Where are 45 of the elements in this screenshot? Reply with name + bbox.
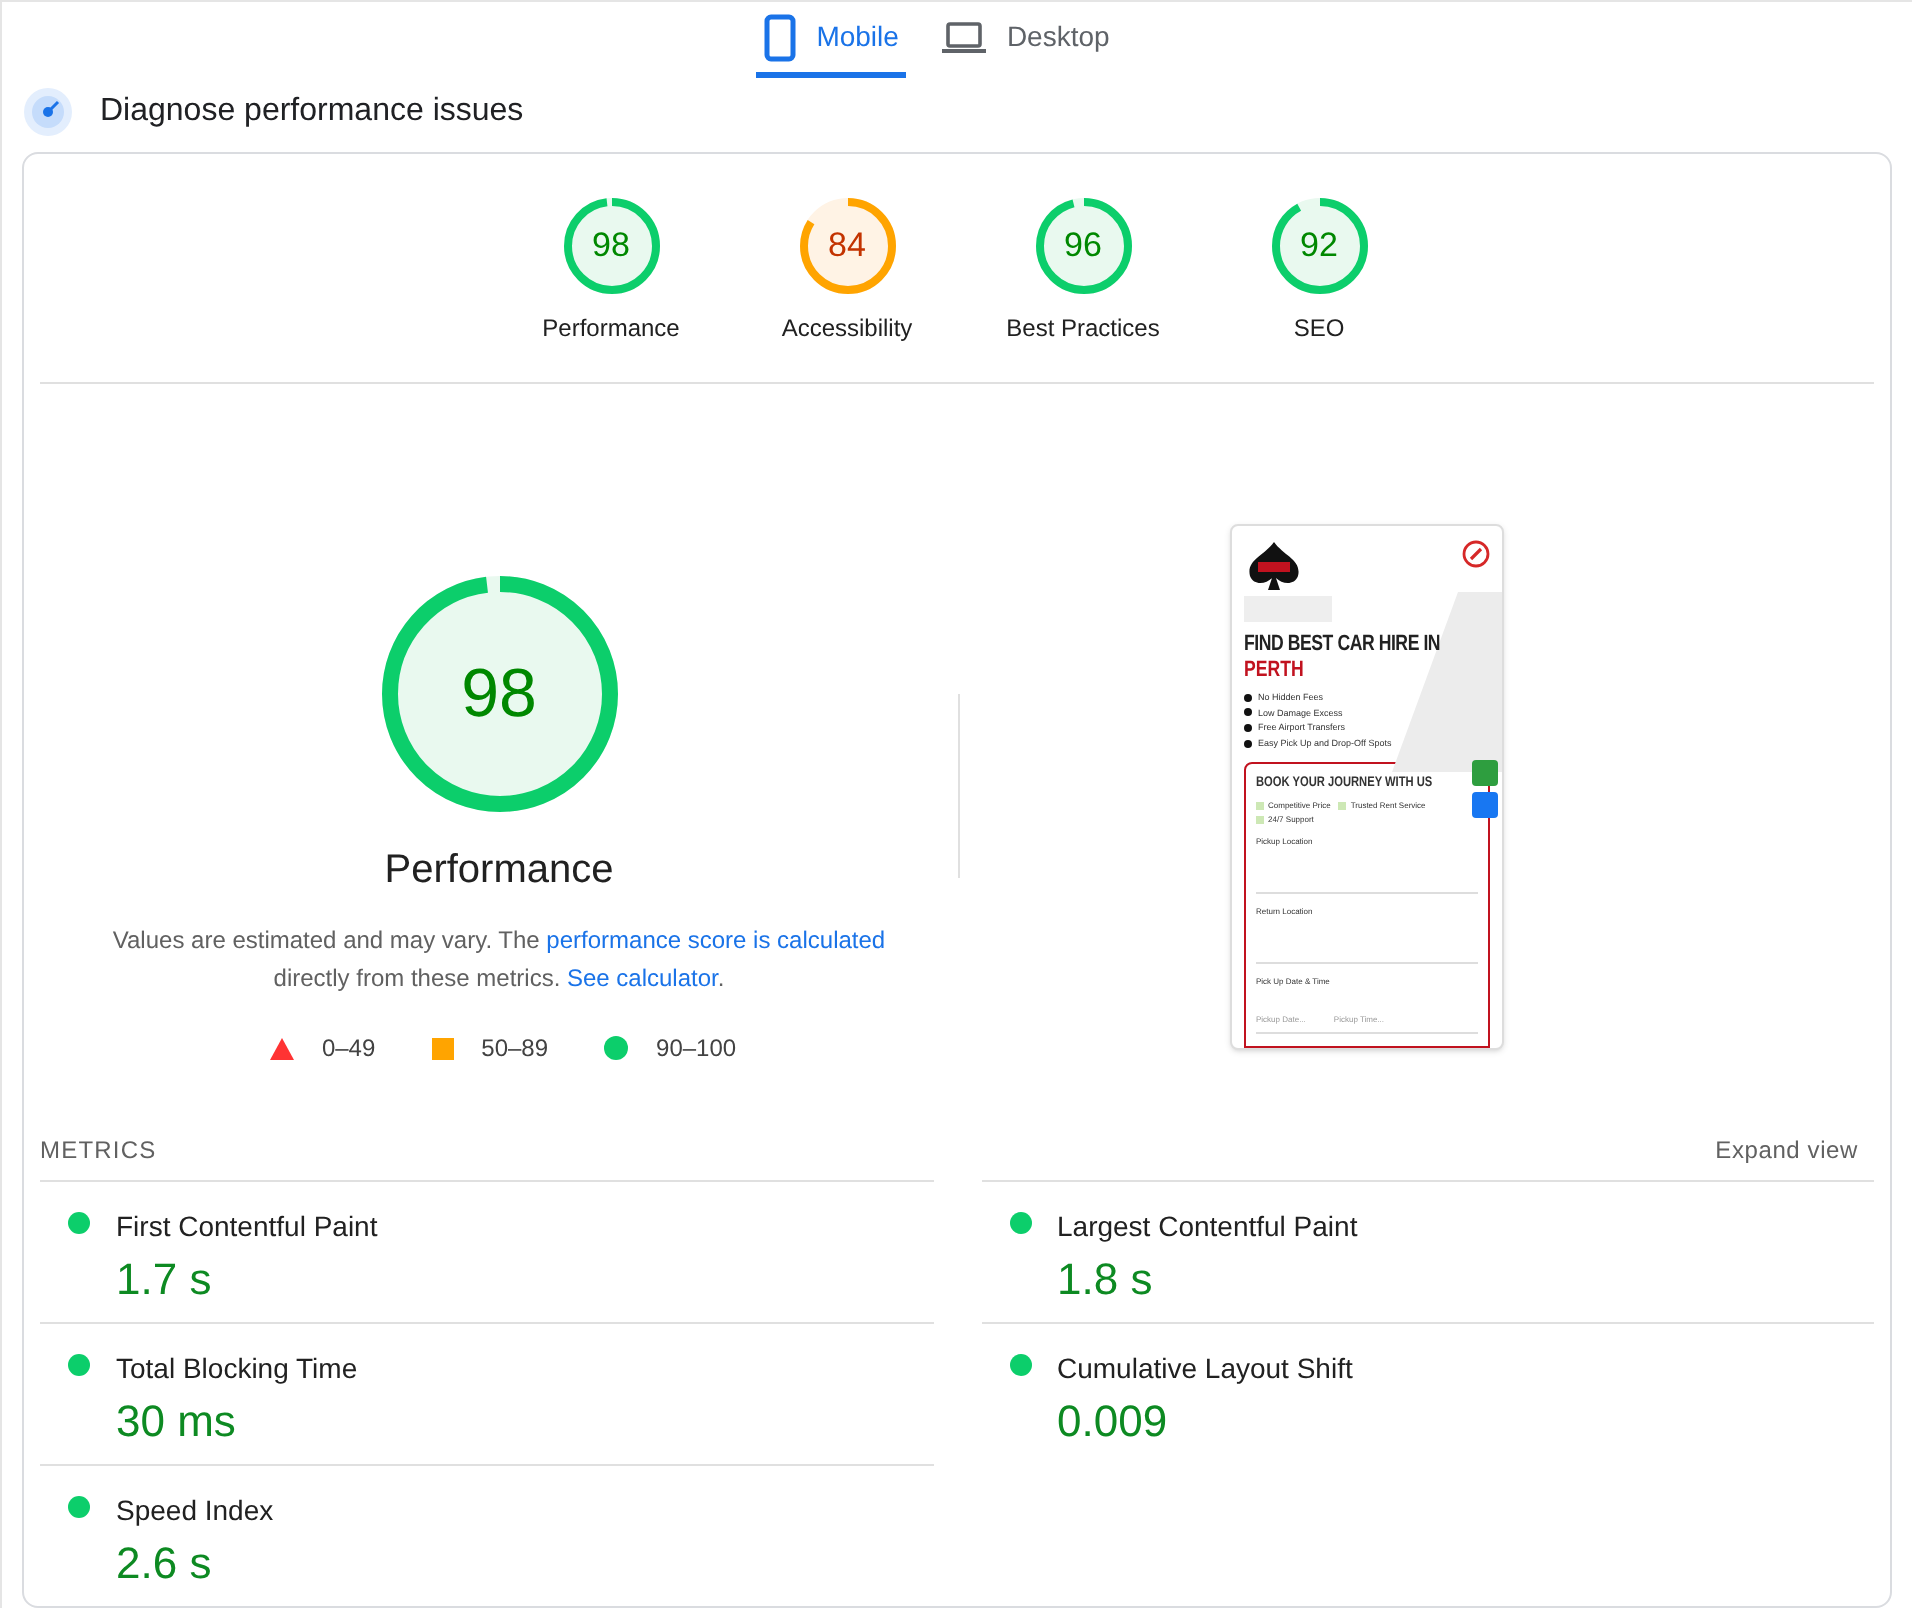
laptop-icon xyxy=(942,19,987,55)
metrics-heading: METRICS xyxy=(40,1134,157,1168)
metric-name: Cumulative Layout Shift xyxy=(1057,1350,1353,1388)
metric-value: 30 ms xyxy=(116,1394,238,1450)
metric-value: 1.8 s xyxy=(1057,1252,1155,1308)
metric-name: Largest Contentful Paint xyxy=(1057,1208,1358,1246)
section-title: Diagnose performance issues xyxy=(100,91,524,131)
score-value: 98 xyxy=(461,653,537,735)
score-note: Values are estimated and may vary. The performance score is calculated directly from these metrics. See calculator. xyxy=(110,924,888,996)
bullet-icon xyxy=(1244,708,1252,717)
score-value: 84 xyxy=(828,224,866,269)
square-icon xyxy=(431,1037,454,1059)
score-label: Accessibility xyxy=(781,312,913,346)
score-value: 92 xyxy=(1300,224,1338,269)
device-tab[interactable]: Desktop xyxy=(934,2,1118,78)
legend-label: 50–89 xyxy=(481,1032,549,1066)
metric-name: First Contentful Paint xyxy=(116,1208,378,1246)
calculation-link[interactable]: performance score is calculated xyxy=(546,926,886,954)
metric-value: 1.7 s xyxy=(116,1252,214,1308)
gauge-icon xyxy=(24,87,72,135)
messenger-icon[interactable] xyxy=(1472,792,1498,818)
chat-icon[interactable] xyxy=(1472,760,1498,786)
bullet-icon xyxy=(1244,693,1252,702)
metric-value: 0.009 xyxy=(1057,1394,1170,1450)
score-value: 98 xyxy=(592,224,630,269)
bullet-icon xyxy=(1244,724,1252,733)
score-label: Best Practices xyxy=(1006,312,1160,346)
legend-label: 0–49 xyxy=(321,1032,376,1066)
metric-name: Speed Index xyxy=(116,1492,274,1530)
calculator-link[interactable]: See calculator xyxy=(566,964,718,992)
check-icon xyxy=(1338,801,1347,810)
score-label: Performance xyxy=(542,312,680,346)
score-value: 96 xyxy=(1064,224,1102,269)
legend-label: 90–100 xyxy=(656,1032,737,1066)
spade-logo-icon xyxy=(1244,540,1304,592)
expand-view-button[interactable]: Expand view xyxy=(1715,1132,1874,1168)
headline-accent: PERTH xyxy=(1244,658,1304,684)
triangle-icon xyxy=(269,1037,294,1059)
metric-name: Total Blocking Time xyxy=(116,1350,358,1388)
headline: FIND BEST CAR HIRE IN xyxy=(1244,632,1441,658)
score-label: Performance xyxy=(384,846,614,896)
score-label: SEO xyxy=(1293,312,1345,346)
device-tab[interactable]: Mobile xyxy=(756,2,907,78)
bullet-icon xyxy=(1244,739,1252,748)
metric-value: 2.6 s xyxy=(116,1536,214,1592)
